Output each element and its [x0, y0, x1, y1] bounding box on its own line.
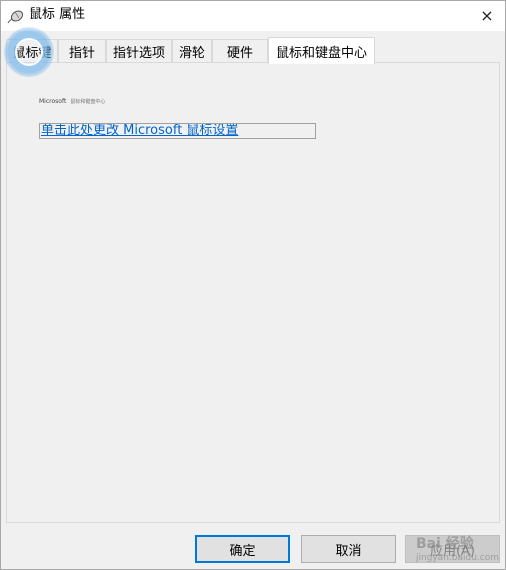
- tab-wheel[interactable]: 滑轮: [172, 39, 212, 63]
- tab-label: 指针: [68, 46, 95, 61]
- logo-subtext: 鼠标和键盘中心: [70, 99, 106, 105]
- tab-label: 滑轮: [178, 46, 205, 61]
- logo-text: Microsoft: [39, 98, 67, 105]
- change-mouse-settings-link[interactable]: 单击此处更改 Microsoft 鼠标设置: [39, 123, 316, 139]
- tab-mouse-buttons[interactable]: 鼠标键: [6, 39, 58, 63]
- tab-mouse-keyboard-center[interactable]: 鼠标和键盘中心: [268, 37, 375, 64]
- tab-panel: Microsoft 鼠标和键盘中心 单击此处更改 Microsoft 鼠标设置: [6, 62, 500, 523]
- tab-label: 指针选项: [112, 46, 165, 61]
- ok-button[interactable]: 确定: [195, 535, 290, 563]
- close-button[interactable]: ×: [469, 1, 505, 29]
- tab-strip: 鼠标键 指针 指针选项 滑轮 硬件 鼠标和键盘中心: [6, 37, 500, 64]
- title-bar: 鼠标 属性 ×: [1, 1, 505, 31]
- mouse-properties-dialog: 鼠标 属性 × 鼠标键 指针 指针选项 滑轮 硬件 鼠标和键盘中心 Micros…: [0, 0, 506, 570]
- tab-label: 鼠标键: [12, 46, 52, 61]
- tab-label: 鼠标和键盘中心: [275, 45, 367, 61]
- cancel-button[interactable]: 取消: [301, 535, 396, 563]
- microsoft-logo: Microsoft 鼠标和键盘中心: [39, 98, 105, 106]
- apply-button[interactable]: 应用(A): [405, 535, 500, 563]
- tab-hardware[interactable]: 硬件: [212, 39, 268, 63]
- close-icon: ×: [480, 5, 494, 25]
- tab-label: 硬件: [226, 46, 253, 61]
- mouse-icon: [7, 6, 25, 24]
- tab-pointer-options[interactable]: 指针选项: [106, 39, 172, 63]
- window-title: 鼠标 属性: [29, 7, 86, 22]
- tab-pointers[interactable]: 指针: [58, 39, 106, 63]
